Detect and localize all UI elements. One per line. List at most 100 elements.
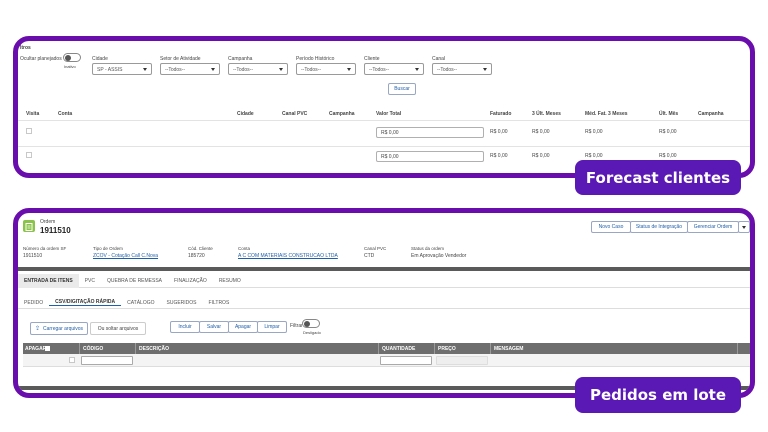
faturado-value: R$ 0,00 <box>490 153 508 159</box>
med3-value: R$ 0,00 <box>585 153 603 159</box>
info-value: Em Aprovação Vendedor <box>411 253 467 259</box>
drop-zone[interactable]: Ou soltar arquivos <box>90 322 146 335</box>
faturado-value: R$ 0,00 <box>490 129 508 135</box>
subtab-filtros[interactable]: FILTROS <box>203 300 236 306</box>
col-conta: Conta <box>58 111 73 117</box>
filter-setor-label: Setor de Atividade <box>160 56 201 62</box>
info-value: 1911510 <box>23 253 43 259</box>
divider <box>18 120 750 121</box>
valor-total-input[interactable]: R$ 0,00 <box>376 151 484 162</box>
subtab-sugeridos[interactable]: SUGERIDOS <box>161 300 203 306</box>
visita-checkbox[interactable] <box>26 128 32 134</box>
row-checkbox[interactable] <box>69 357 75 363</box>
filter-campanha-select[interactable]: --Todos-- <box>228 63 288 75</box>
divider <box>378 343 379 354</box>
toggle-knob <box>304 321 310 327</box>
filtrar-label: Filtrar <box>290 323 303 329</box>
tipo-ordem-link[interactable]: ZCOV - Cotação Call C.Nova <box>93 253 158 259</box>
ocultar-planejados-toggle[interactable] <box>63 53 81 62</box>
ordem-label: Ordem <box>40 219 56 225</box>
chevron-down-icon <box>415 68 419 71</box>
filter-canal-value: --Todos-- <box>437 67 458 73</box>
grid-col-preco: PREÇO <box>438 346 456 352</box>
divider <box>737 343 738 354</box>
codigo-input[interactable] <box>81 356 133 365</box>
filter-campanha-value: --Todos-- <box>233 67 254 73</box>
grid-col-quantidade: QUANTIDADE <box>382 346 416 352</box>
grid-col-codigo: CÓDIGO <box>83 346 104 352</box>
filter-cliente-value: --Todos-- <box>369 67 390 73</box>
preco-input <box>436 356 488 365</box>
sub-tabs: PEDIDO CSV/DIGITAÇÃO RÁPIDA CATÁLOGO SUG… <box>18 297 750 309</box>
ultmes-value: R$ 0,00 <box>659 129 677 135</box>
ordem-icon <box>23 220 35 232</box>
divider <box>490 343 491 354</box>
filter-periodo-value: --Todos-- <box>301 67 322 73</box>
conta-link[interactable]: A C COM MATERIAIS CONSTRUCAO LTDA <box>238 253 338 259</box>
chevron-down-icon <box>143 68 147 71</box>
buscar-button[interactable]: Buscar <box>388 83 416 95</box>
tab-resumo[interactable]: RESUMO <box>213 278 247 284</box>
filter-cliente-select[interactable]: --Todos-- <box>364 63 424 75</box>
col-ult-mes: Últ. Mês <box>659 111 679 117</box>
divider <box>434 343 435 354</box>
carregar-arquivos-label: Carregar arquivos <box>43 325 84 332</box>
carregar-arquivos-button[interactable]: ⇪ Carregar arquivos <box>30 322 88 335</box>
pedidos-panel: Ordem 1911510 Novo Caso Status de Integr… <box>13 208 755 398</box>
main-tabs: ENTRADA DE ITENS PVC QUEBRA DE REMESSA F… <box>18 273 750 288</box>
filtrar-status: Desligado <box>303 330 321 335</box>
grid-col-descricao: DESCRIÇÃO <box>139 346 170 352</box>
subtab-csv[interactable]: CSV/DIGITAÇÃO RÁPIDA <box>49 299 122 306</box>
col-canal-pvc: Canal PVC <box>282 111 308 117</box>
col-valor-total: Valor Total <box>376 111 402 117</box>
chevron-down-icon <box>347 68 351 71</box>
filters-title: ltros <box>20 45 31 51</box>
info-label: Cód. Cliente <box>188 246 213 251</box>
col-3-ult-meses: 3 Últ. Meses <box>532 111 561 117</box>
divider <box>18 267 750 271</box>
select-all-checkbox[interactable] <box>45 346 50 351</box>
salvar-button[interactable]: Salvar <box>199 321 229 333</box>
toggle-knob <box>65 55 71 61</box>
forecast-panel: ltros Ocultar planejados Inativo Cidade … <box>13 36 755 178</box>
ocultar-planejados-status: Inativo <box>64 64 76 69</box>
grid-header: APAGAR CÓDIGO DESCRIÇÃO QUANTIDADE PREÇO… <box>23 343 750 354</box>
info-label: Número da ordem SF <box>23 246 67 251</box>
chevron-down-icon <box>742 225 746 229</box>
filter-canal-select[interactable]: --Todos-- <box>432 63 492 75</box>
valor-total-input[interactable]: R$ 0,00 <box>376 127 484 138</box>
tab-quebra-remessa[interactable]: QUEBRA DE REMESSA <box>101 278 168 284</box>
chevron-down-icon <box>211 68 215 71</box>
tab-pvc[interactable]: PVC <box>79 278 101 284</box>
pedidos-em-lote-badge: Pedidos em lote <box>575 377 741 413</box>
more-actions-button[interactable] <box>738 221 750 233</box>
apagar-button[interactable]: Apagar <box>228 321 258 333</box>
filter-setor-select[interactable]: --Todos-- <box>160 63 220 75</box>
subtab-pedido[interactable]: PEDIDO <box>18 300 49 306</box>
status-integracao-button[interactable]: Status de Integração <box>630 221 688 233</box>
grid-col-apagar: APAGAR <box>25 346 47 352</box>
filter-cliente-label: Cliente <box>364 56 380 62</box>
ult3-value: R$ 0,00 <box>532 129 550 135</box>
ordem-number: 1911510 <box>40 226 71 235</box>
quantidade-input[interactable] <box>380 356 432 365</box>
tab-entrada-itens[interactable]: ENTRADA DE ITENS <box>18 273 79 288</box>
novo-caso-button[interactable]: Novo Caso <box>591 221 631 233</box>
filter-cidade-select[interactable]: SP - ASSIS <box>92 63 152 75</box>
info-label: Status da ordem <box>411 246 445 251</box>
limpar-button[interactable]: Limpar <box>257 321 287 333</box>
filter-setor-value: --Todos-- <box>165 67 186 73</box>
filtrar-toggle[interactable] <box>302 319 320 328</box>
gerenciar-ordem-button[interactable]: Gerenciar Ordem <box>687 221 739 233</box>
incluir-button[interactable]: Incluir <box>170 321 200 333</box>
filter-cidade-value: SP - ASSIS <box>97 67 123 73</box>
tab-finalizacao[interactable]: FINALIZAÇÃO <box>168 278 213 284</box>
filter-periodo-select[interactable]: --Todos-- <box>296 63 356 75</box>
col-cidade: Cidade <box>237 111 254 117</box>
ult3-value: R$ 0,00 <box>532 153 550 159</box>
subtab-catalogo[interactable]: CATÁLOGO <box>121 300 160 306</box>
visita-checkbox[interactable] <box>26 152 32 158</box>
col-campanha-2: Campanha <box>698 111 724 117</box>
filter-campanha-label: Campanha <box>228 56 253 62</box>
col-campanha: Campanha <box>329 111 355 117</box>
